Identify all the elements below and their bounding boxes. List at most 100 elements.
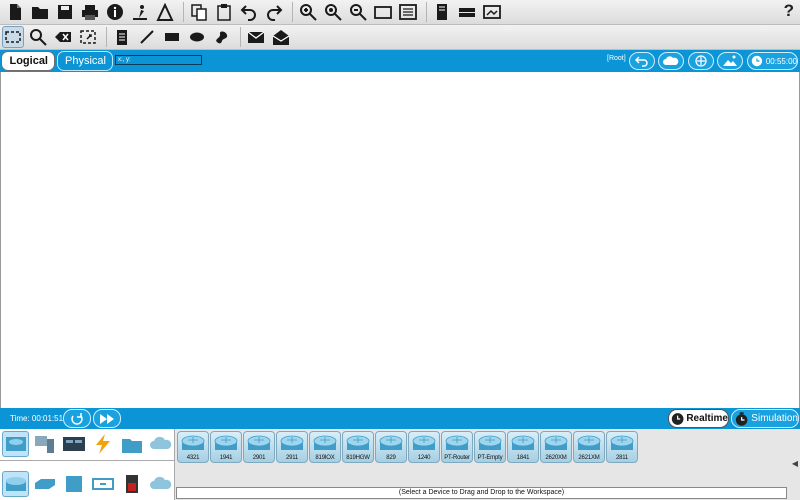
multiuser-cloud-icon[interactable]	[147, 431, 174, 457]
tab-logical[interactable]: Logical	[1, 51, 55, 71]
info-icon[interactable]	[104, 1, 126, 23]
router-icon[interactable]	[456, 1, 478, 23]
tab-logical-label: Logical	[9, 55, 48, 67]
back-arrow-icon[interactable]	[629, 52, 655, 70]
inspect-icon[interactable]	[27, 26, 49, 48]
open-folder-icon[interactable]	[29, 1, 51, 23]
clock-value: 00:55:00	[765, 56, 797, 66]
device-hint: (Select a Device to Drag and Drop to the…	[176, 487, 787, 499]
undo-icon[interactable]	[238, 1, 260, 23]
switches-icon[interactable]	[31, 471, 58, 497]
activity-wizard-icon[interactable]	[129, 1, 151, 23]
move-icon[interactable]	[688, 52, 714, 70]
zoom-reset-icon[interactable]	[322, 1, 344, 23]
device-tile[interactable]: 4321	[177, 431, 209, 463]
custom-device-icon[interactable]	[431, 1, 453, 23]
screen-icon[interactable]	[481, 1, 503, 23]
realtime-clock-icon	[671, 412, 684, 425]
device-tile[interactable]: 1240	[408, 431, 440, 463]
device-tile[interactable]: PT-Router	[441, 431, 473, 463]
toolbar-separator	[426, 2, 427, 22]
connections-icon[interactable]	[89, 431, 116, 457]
routers-icon[interactable]	[2, 471, 29, 497]
device-tile[interactable]: PT-Empty	[474, 431, 506, 463]
pdu-simple-icon[interactable]	[245, 26, 267, 48]
freeform-icon[interactable]	[211, 26, 233, 48]
window-icon[interactable]	[372, 1, 394, 23]
clock-icon	[751, 55, 763, 67]
device-tile-label: 2911	[285, 455, 299, 461]
device-tile[interactable]: 819HGW	[342, 431, 374, 463]
device-tile[interactable]: 1841	[507, 431, 539, 463]
realtime-mode-button[interactable]: Realtime	[668, 409, 729, 428]
note-icon[interactable]	[111, 26, 133, 48]
device-tile-label: 1841	[516, 455, 530, 461]
router-device-icon	[280, 435, 304, 450]
ellipse-icon[interactable]	[186, 26, 208, 48]
router-device-icon	[247, 435, 271, 450]
save-icon[interactable]	[54, 1, 76, 23]
main-toolbar: ?	[0, 0, 800, 25]
print-icon[interactable]	[79, 1, 101, 23]
wan-emulation-icon[interactable]	[147, 471, 174, 497]
network-devices-icon[interactable]	[2, 431, 29, 457]
toolbar-separator	[292, 2, 293, 22]
tab-physical[interactable]: Physical	[57, 51, 113, 71]
toolbar-separator	[183, 2, 184, 22]
device-tile-label: 2621XM	[578, 455, 600, 461]
activity-wizard-2-icon[interactable]	[154, 1, 176, 23]
rectangle-icon[interactable]	[161, 26, 183, 48]
device-tile-label: PT-Empty	[477, 455, 503, 461]
root-label[interactable]: [Root]	[607, 55, 626, 62]
device-list: 4321 1941 2901 2911 819IOX 819HGW 829 1240 PT-Ro…	[177, 431, 787, 487]
time-bar: Time: 00:01:51 Realtime Simulation	[0, 408, 800, 429]
device-panel: 4321 1941 2901 2911 819IOX 819HGW 829 1240 PT-Ro…	[0, 429, 800, 500]
device-category-row	[2, 431, 176, 457]
simulation-stopwatch-icon	[735, 411, 748, 426]
image-background-icon[interactable]	[717, 52, 743, 70]
viewport-clock[interactable]: 00:55:00	[747, 52, 798, 70]
router-device-icon	[313, 435, 337, 450]
wireless-devices-icon[interactable]	[89, 471, 116, 497]
realtime-label: Realtime	[686, 413, 728, 424]
device-tile[interactable]: 819IOX	[309, 431, 341, 463]
security-icon[interactable]	[118, 471, 145, 497]
device-tile[interactable]: 2621XM	[573, 431, 605, 463]
cloud-add-icon[interactable]	[658, 52, 684, 70]
delete-icon[interactable]	[52, 26, 74, 48]
help-icon[interactable]: ?	[784, 1, 794, 21]
paste-icon[interactable]	[213, 1, 235, 23]
new-file-icon[interactable]	[4, 1, 26, 23]
fast-forward-icon[interactable]	[93, 409, 121, 428]
pdu-complex-icon[interactable]	[270, 26, 292, 48]
logical-workspace[interactable]	[0, 72, 800, 408]
device-tile-label: 819HGW	[346, 455, 370, 461]
palette-icon[interactable]	[397, 1, 419, 23]
device-tile[interactable]: 2901	[243, 431, 275, 463]
simulation-mode-button[interactable]: Simulation	[731, 409, 799, 428]
device-tile[interactable]: 2911	[276, 431, 308, 463]
router-device-icon	[445, 435, 469, 450]
hubs-icon[interactable]	[60, 471, 87, 497]
device-tile-label: 1240	[417, 455, 431, 461]
toolbar-separator	[240, 27, 241, 47]
copy-icon[interactable]	[188, 1, 210, 23]
time-display: Time: 00:01:51	[10, 414, 64, 423]
end-devices-icon[interactable]	[31, 431, 58, 457]
device-subcategory-row	[2, 471, 176, 497]
select-icon[interactable]	[2, 26, 24, 48]
device-tile[interactable]: 2620XM	[540, 431, 572, 463]
device-tile[interactable]: 1941	[210, 431, 242, 463]
device-tile[interactable]: 829	[375, 431, 407, 463]
device-tile[interactable]: 2811	[606, 431, 638, 463]
miscellaneous-icon[interactable]	[118, 431, 145, 457]
zoom-out-icon[interactable]	[347, 1, 369, 23]
zoom-in-icon[interactable]	[297, 1, 319, 23]
scroll-left-icon[interactable]: ◀	[792, 459, 798, 468]
redo-icon[interactable]	[263, 1, 285, 23]
resize-icon[interactable]	[77, 26, 99, 48]
line-icon[interactable]	[136, 26, 158, 48]
router-device-icon	[181, 435, 205, 450]
components-icon[interactable]	[60, 431, 87, 457]
power-cycle-icon[interactable]	[63, 409, 91, 428]
